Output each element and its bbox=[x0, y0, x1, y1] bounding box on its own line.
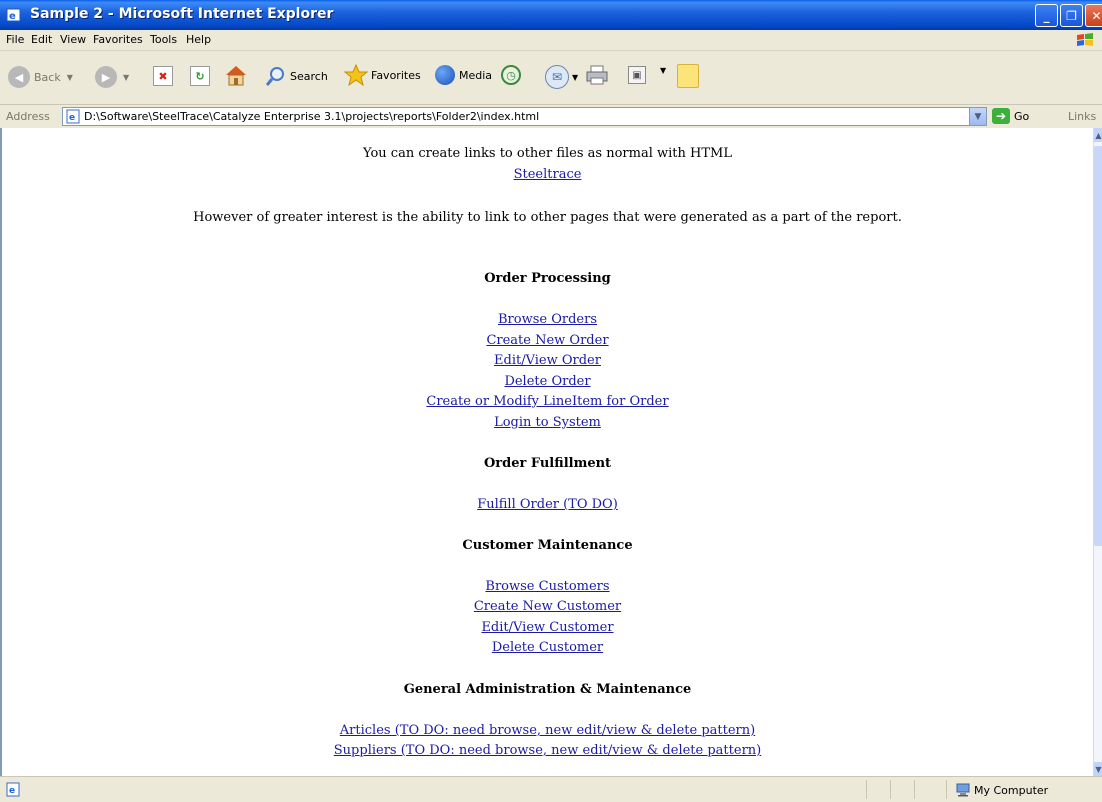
favorites-button[interactable]: Favorites bbox=[344, 64, 421, 86]
scroll-up-button[interactable]: ▲ bbox=[1094, 128, 1102, 142]
media-button[interactable]: Media bbox=[435, 65, 492, 85]
menu-bar: File Edit View Favorites Tools Help bbox=[0, 30, 1102, 51]
link-browse-customers[interactable]: Browse Customers bbox=[485, 579, 609, 594]
page-icon: e bbox=[66, 109, 80, 124]
intro-text: You can create links to other files as n… bbox=[363, 146, 732, 161]
forward-arrow-icon: ▶ bbox=[95, 66, 117, 88]
link-create-new-order[interactable]: Create New Order bbox=[486, 333, 608, 348]
link-suppliers[interactable]: Suppliers (TO DO: need browse, new edit/… bbox=[334, 743, 761, 758]
section-heading-general-administration: General Administration & Maintenance bbox=[403, 682, 692, 697]
go-arrow-icon: ➔ bbox=[992, 108, 1010, 124]
status-bar: e My Computer bbox=[0, 776, 1102, 802]
link-edit-view-order[interactable]: Edit/View Order bbox=[494, 353, 601, 368]
svg-text:e: e bbox=[9, 786, 15, 796]
steeltrace-link[interactable]: Steeltrace bbox=[514, 167, 582, 182]
link-delete-order[interactable]: Delete Order bbox=[504, 374, 590, 389]
chevron-down-icon[interactable]: ▼ bbox=[123, 73, 129, 82]
media-label: Media bbox=[459, 68, 493, 82]
discuss-dropdown[interactable]: ▼ bbox=[660, 66, 666, 75]
status-divider bbox=[914, 780, 915, 799]
messenger-button[interactable] bbox=[677, 64, 699, 88]
stop-button[interactable]: ✖ bbox=[153, 66, 173, 86]
address-label: Address bbox=[6, 110, 50, 123]
ie-icon: e bbox=[6, 8, 21, 22]
chevron-down-icon: ▼ bbox=[974, 111, 982, 122]
favorites-label: Favorites bbox=[371, 68, 421, 82]
address-input[interactable]: e D:\Software\SteelTrace\Catalyze Enterp… bbox=[62, 107, 987, 126]
zone-label: My Computer bbox=[974, 783, 1049, 797]
edit-page-icon: ▣ bbox=[628, 66, 646, 84]
scroll-thumb[interactable] bbox=[1094, 146, 1102, 546]
history-icon: ◷ bbox=[501, 65, 521, 85]
menu-edit[interactable]: Edit bbox=[31, 33, 52, 46]
menu-tools[interactable]: Tools bbox=[150, 33, 177, 46]
printer-icon bbox=[586, 65, 608, 85]
back-label: Back bbox=[34, 70, 61, 84]
menu-file[interactable]: File bbox=[6, 33, 24, 46]
svg-text:e: e bbox=[69, 113, 75, 123]
status-divider bbox=[946, 780, 947, 799]
title-bar: e Sample 2 - Microsoft Internet Explorer… bbox=[0, 0, 1102, 30]
window-title: Sample 2 - Microsoft Internet Explorer bbox=[30, 6, 334, 22]
go-label: Go bbox=[1014, 109, 1030, 123]
history-button[interactable]: ◷ bbox=[501, 65, 521, 85]
minimize-button[interactable]: _ bbox=[1035, 4, 1058, 27]
links-toolbar[interactable]: Links bbox=[1068, 110, 1096, 123]
toolbar: ◀ Back ▼ ▶ ▼ ✖ ↻ Search Favorites Media bbox=[0, 51, 1102, 105]
mail-icon: ✉ bbox=[545, 65, 569, 89]
address-dropdown-button[interactable]: ▼ bbox=[969, 108, 986, 125]
media-icon bbox=[435, 65, 455, 85]
maximize-button[interactable]: ❐ bbox=[1060, 4, 1083, 27]
address-bar: Address e D:\Software\SteelTrace\Catalyz… bbox=[0, 105, 1102, 129]
forward-button[interactable]: ▶ ▼ bbox=[95, 66, 129, 88]
section-heading-order-processing: Order Processing bbox=[484, 271, 611, 286]
menu-view[interactable]: View bbox=[60, 33, 86, 46]
chevron-down-icon: ▼ bbox=[660, 66, 667, 75]
chevron-down-icon[interactable]: ▼ bbox=[572, 73, 578, 82]
refresh-icon: ↻ bbox=[190, 66, 210, 86]
section-heading-order-fulfillment: Order Fulfillment bbox=[483, 456, 612, 471]
link-edit-view-customer[interactable]: Edit/View Customer bbox=[481, 620, 613, 635]
page-content: You can create links to other files as n… bbox=[0, 128, 1093, 776]
vertical-scrollbar[interactable]: ▲ ▼ bbox=[1093, 128, 1102, 776]
scroll-down-button[interactable]: ▼ bbox=[1094, 762, 1102, 776]
computer-icon bbox=[956, 783, 970, 797]
windows-logo-icon bbox=[1077, 33, 1093, 46]
back-arrow-icon: ◀ bbox=[8, 66, 30, 88]
address-value: D:\Software\SteelTrace\Catalyze Enterpri… bbox=[84, 110, 540, 123]
search-button[interactable]: Search bbox=[266, 66, 328, 86]
search-label: Search bbox=[290, 69, 328, 83]
refresh-button[interactable]: ↻ bbox=[190, 66, 210, 86]
link-articles[interactable]: Articles (TO DO: need browse, new edit/v… bbox=[340, 723, 755, 738]
link-create-new-customer[interactable]: Create New Customer bbox=[474, 599, 621, 614]
page-status-icon: e bbox=[6, 782, 20, 797]
edit-button[interactable]: ▣ bbox=[628, 66, 646, 84]
link-browse-orders[interactable]: Browse Orders bbox=[498, 312, 597, 327]
home-icon bbox=[226, 66, 246, 86]
svg-text:e: e bbox=[9, 11, 16, 22]
home-button[interactable] bbox=[224, 64, 248, 86]
menu-help[interactable]: Help bbox=[186, 33, 211, 46]
section-heading-customer-maintenance: Customer Maintenance bbox=[462, 538, 633, 553]
status-divider bbox=[890, 780, 891, 799]
back-button[interactable]: ◀ Back ▼ bbox=[8, 66, 73, 88]
stop-icon: ✖ bbox=[153, 66, 173, 86]
search-icon bbox=[266, 67, 284, 86]
link-delete-customer[interactable]: Delete Customer bbox=[492, 640, 603, 655]
link-fulfill-order[interactable]: Fulfill Order (TO DO) bbox=[477, 497, 618, 512]
status-divider bbox=[866, 780, 867, 799]
print-button[interactable] bbox=[585, 64, 609, 86]
security-zone: My Computer bbox=[956, 783, 1048, 797]
go-button[interactable]: ➔ Go bbox=[992, 108, 1029, 124]
close-button[interactable]: ✕ bbox=[1085, 4, 1102, 27]
chevron-down-icon[interactable]: ▼ bbox=[67, 73, 73, 82]
link-login-to-system[interactable]: Login to System bbox=[494, 415, 601, 430]
menu-favorites[interactable]: Favorites bbox=[93, 33, 143, 46]
mail-button[interactable]: ✉ ▼ bbox=[545, 65, 578, 89]
note-icon bbox=[677, 64, 699, 88]
star-icon bbox=[344, 64, 368, 86]
interest-text: However of greater interest is the abili… bbox=[193, 210, 902, 225]
link-create-modify-lineitem[interactable]: Create or Modify LineItem for Order bbox=[426, 394, 668, 409]
